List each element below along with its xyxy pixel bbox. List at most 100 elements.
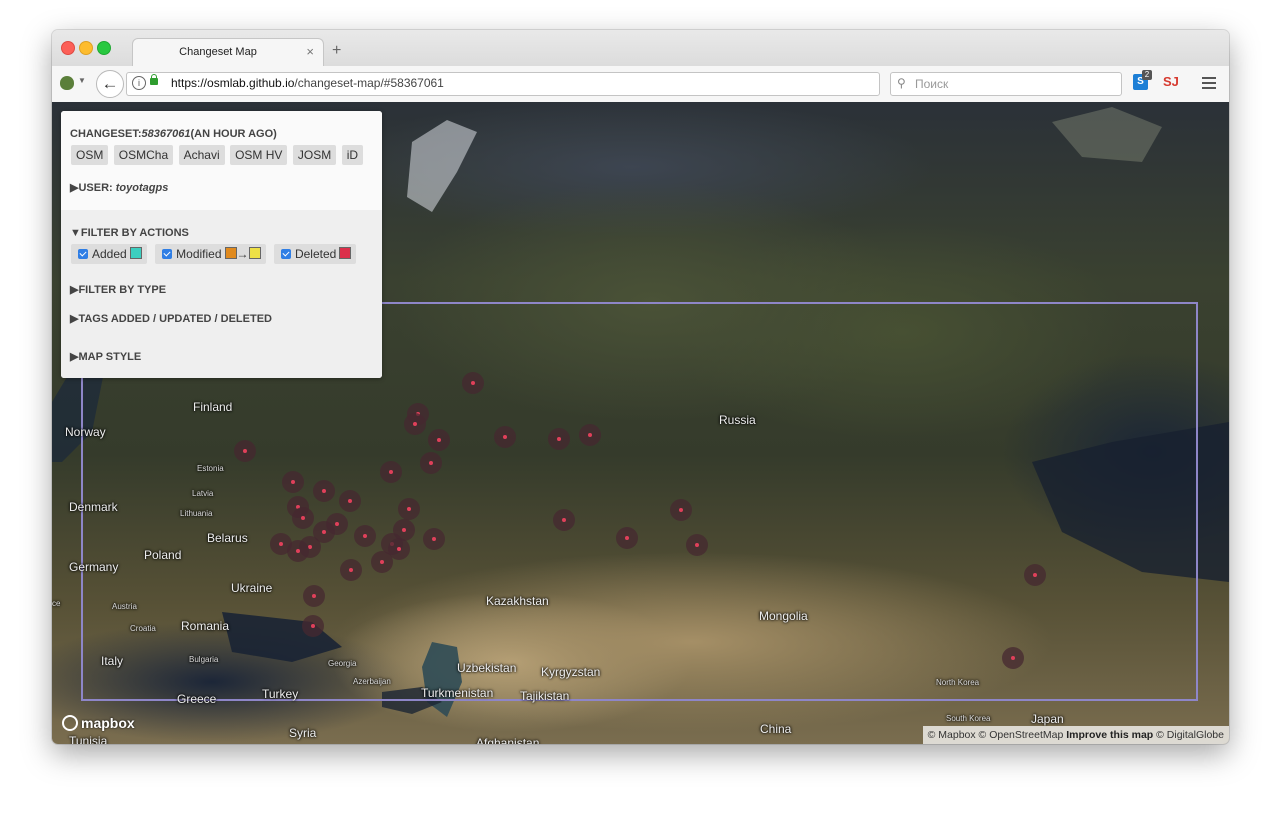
map-change-marker[interactable]	[282, 471, 304, 493]
deleted-filter[interactable]: Deleted	[273, 244, 357, 264]
novaya-zemlya-ice	[407, 120, 477, 212]
modified-arrow-icon: →	[236, 247, 249, 261]
map-attribution: © Mapbox © OpenStreetMap Improve this ma…	[922, 726, 1229, 744]
map-style-toggle[interactable]: ▶MAP STYLE	[70, 350, 141, 363]
map-label-italy: Italy	[101, 654, 124, 668]
map-change-marker[interactable]	[686, 534, 708, 556]
map-change-marker[interactable]	[579, 424, 601, 446]
tags-toggle[interactable]: ▶TAGS ADDED / UPDATED / DELETED	[70, 312, 272, 325]
attribution-copyright[interactable]: © Mapbox © OpenStreetMap	[928, 729, 1064, 741]
map-label-uzbekistan: Uzbekistan	[457, 661, 517, 675]
map-change-marker[interactable]	[670, 499, 692, 521]
filter-by-type-toggle[interactable]: ▶FILTER BY TYPE	[70, 283, 166, 296]
map-change-marker[interactable]	[423, 528, 445, 550]
map-change-marker[interactable]	[313, 480, 335, 502]
info-icon[interactable]: i	[132, 76, 146, 90]
map-change-marker[interactable]	[303, 585, 325, 607]
zoom-window-button[interactable]	[97, 41, 111, 55]
map-label-tunisia: Tunisia	[69, 734, 108, 744]
josm-button[interactable]: JOSM	[292, 145, 337, 165]
tab-changeset-map[interactable]: Changeset Map ×	[132, 38, 324, 67]
map-change-marker[interactable]	[428, 429, 450, 451]
tab-close-icon[interactable]: ×	[306, 44, 314, 59]
close-window-button[interactable]	[61, 41, 75, 55]
improve-map-link[interactable]: Improve this map	[1066, 729, 1153, 741]
map-label-belarus: Belarus	[207, 531, 248, 545]
map-change-marker[interactable]	[234, 440, 256, 462]
map-label-tajikistan: Tajikistan	[520, 689, 570, 703]
modified-new-swatch	[248, 247, 261, 259]
hamburger-menu-icon[interactable]	[1202, 77, 1216, 89]
added-checkbox[interactable]	[78, 249, 88, 259]
map-change-marker[interactable]	[340, 559, 362, 581]
map-change-marker[interactable]	[548, 428, 570, 450]
changeset-label: CHANGESET:	[70, 128, 142, 140]
action-filters: Added Modified → Deleted	[71, 244, 360, 264]
attribution-digitalglobe[interactable]: © DigitalGlobe	[1156, 729, 1224, 741]
map-label-georgia: Georgia	[328, 659, 357, 668]
navigation-bar: ▼ ← i https://osmlab.github.io/changeset…	[52, 66, 1229, 103]
map-change-marker[interactable]	[404, 413, 426, 435]
new-tab-button[interactable]: +	[332, 42, 341, 60]
map-label-poland: Poland	[144, 548, 182, 562]
map-change-marker[interactable]	[354, 525, 376, 547]
map-label-bulgaria: Bulgaria	[189, 655, 219, 664]
map-change-marker[interactable]	[616, 527, 638, 549]
map-change-marker[interactable]	[553, 509, 575, 531]
extension-sj-icon[interactable]: SJ	[1163, 74, 1179, 89]
changeset-time: (AN HOUR AGO)	[190, 128, 277, 140]
back-button[interactable]: ←	[96, 70, 124, 98]
deleted-label: Deleted	[294, 247, 337, 261]
filter-by-actions-toggle[interactable]: ▼FILTER BY ACTIONS	[70, 227, 189, 239]
osm-hv-button[interactable]: OSM HV	[230, 145, 288, 165]
map-change-marker[interactable]	[292, 507, 314, 529]
map-label-turkmenistan: Turkmenistan	[421, 686, 494, 700]
map-label-syria: Syria	[289, 726, 317, 740]
modified-checkbox[interactable]	[162, 249, 173, 259]
map-change-marker[interactable]	[494, 426, 516, 448]
map-change-marker[interactable]	[287, 540, 309, 562]
achavi-button[interactable]: Achavi	[178, 145, 225, 165]
map-change-marker[interactable]	[380, 461, 402, 483]
map-change-marker[interactable]	[302, 615, 324, 637]
url-bar[interactable]: i https://osmlab.github.io/changeset-map…	[126, 72, 939, 96]
extension-dropdown-icon[interactable]: ▼	[78, 76, 86, 85]
map-label-kyrgyzstan: Kyrgyzstan	[541, 665, 601, 679]
map-label-croatia: Croatia	[130, 624, 156, 633]
user-toggle[interactable]: ▶USER: toyotagps	[70, 181, 168, 194]
map-label-denmark: Denmark	[69, 500, 118, 514]
map-label-estonia: Estonia	[197, 464, 224, 473]
browser-window: Changeset Map × + ▼ ← i https://osmlab.g…	[52, 30, 1229, 744]
map-label-mongolia: Mongolia	[759, 609, 808, 623]
added-filter[interactable]: Added	[71, 244, 147, 264]
map-change-marker[interactable]	[1002, 647, 1024, 669]
id-button[interactable]: iD	[341, 145, 364, 165]
map-change-marker[interactable]	[398, 498, 420, 520]
map-change-marker[interactable]	[371, 551, 393, 573]
search-bar[interactable]: ⚲ Поиск	[890, 72, 1122, 96]
changeset-panel: CHANGESET:58367061(AN HOUR AGO) OSM OSMC…	[61, 111, 382, 378]
osm-button[interactable]: OSM	[71, 145, 109, 165]
map-label-finland: Finland	[193, 400, 233, 414]
url-domain: https://osmlab.github.io	[171, 76, 295, 90]
modified-filter[interactable]: Modified →	[155, 244, 266, 264]
osmcha-button[interactable]: OSMCha	[113, 145, 174, 165]
extension-leaf-icon[interactable]	[60, 76, 74, 90]
map-label-turkey: Turkey	[262, 687, 299, 701]
map-label-north-korea: North Korea	[936, 678, 980, 687]
user-name[interactable]: toyotagps	[116, 182, 169, 194]
arctic-islands	[1052, 107, 1162, 162]
map-label-russia: Russia	[719, 413, 756, 427]
map-change-marker[interactable]	[420, 452, 442, 474]
url-path: /changeset-map/#58367061	[294, 76, 444, 90]
mapbox-logo-text: mapbox	[81, 715, 135, 731]
map-change-marker[interactable]	[462, 372, 484, 394]
map-label-germany: Germany	[69, 560, 119, 574]
url-text[interactable]: https://osmlab.github.io/changeset-map/#…	[171, 76, 444, 90]
minimize-window-button[interactable]	[79, 41, 93, 55]
map-change-marker[interactable]	[1024, 564, 1046, 586]
mapbox-logo[interactable]: mapbox	[62, 715, 135, 731]
map-change-marker[interactable]	[339, 490, 361, 512]
map-view[interactable]: Finland Norway Russia Estonia Latvia Lit…	[52, 102, 1229, 744]
deleted-checkbox[interactable]	[280, 249, 291, 259]
